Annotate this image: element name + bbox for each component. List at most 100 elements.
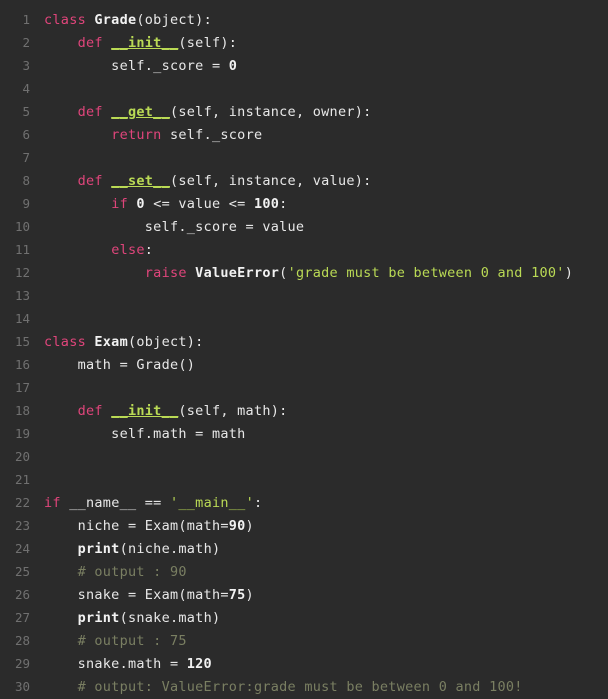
code-token-plain: <= value <= — [144, 196, 254, 212]
line-number: 22 — [14, 495, 30, 510]
code-editor[interactable]: 1 class Grade(object): 2 def __init__(self… — [0, 0, 608, 698]
code-line[interactable]: 12 raise ValueError('grade must be betwe… — [0, 261, 608, 284]
code-token-plain: self._score = value — [44, 219, 305, 235]
code-line-content: if __name__ == '__main__': — [44, 492, 608, 515]
code-token-str: '__main__' — [169, 495, 254, 511]
code-token-kw: def — [77, 173, 112, 189]
code-line-content: math = Grade() — [44, 354, 608, 377]
code-line[interactable]: 23 niche = Exam(math=90) — [0, 514, 608, 537]
code-line[interactable]: 20 — [0, 445, 608, 468]
code-line-content: if 0 <= value <= 100: — [44, 193, 608, 216]
code-token-num: 90 — [228, 518, 246, 534]
line-number: 12 — [14, 265, 30, 280]
code-line[interactable]: 3 self._score = 0 — [0, 54, 608, 77]
code-line[interactable]: 21 — [0, 468, 608, 491]
code-line[interactable]: 8 def __set__(self, instance, value): — [0, 169, 608, 192]
code-token-kw: return — [111, 127, 170, 143]
code-token-kw: def — [77, 104, 112, 120]
line-number: 29 — [14, 656, 30, 671]
code-token-plain: ( — [279, 265, 288, 281]
code-line-content: self.math = math — [44, 423, 608, 446]
code-line[interactable]: 4 — [0, 77, 608, 100]
code-line[interactable]: 6 return self._score — [0, 123, 608, 146]
line-number: 9 — [22, 196, 30, 211]
line-number: 15 — [14, 334, 30, 349]
code-token-plain: : — [279, 196, 288, 212]
code-line-content: self._score = 0 — [44, 55, 608, 78]
code-line[interactable]: 10 self._score = value — [0, 215, 608, 238]
code-line-content: self._score = value — [44, 216, 608, 239]
code-line-content: return self._score — [44, 124, 608, 147]
code-line[interactable]: 2 def __init__(self): — [0, 31, 608, 54]
code-line[interactable]: 22 if __name__ == '__main__': — [0, 491, 608, 514]
code-line[interactable]: 5 def __get__(self, instance, owner): — [0, 100, 608, 123]
code-line-content: class Grade(object): — [44, 9, 608, 32]
code-line[interactable]: 13 — [0, 284, 608, 307]
code-token-str: 'grade must be between 0 and 100' — [287, 265, 565, 281]
code-line[interactable]: 14 — [0, 307, 608, 330]
code-line-content: def __set__(self, instance, value): — [44, 170, 608, 193]
code-line[interactable]: 19 self.math = math — [0, 422, 608, 445]
code-line[interactable]: 18 def __init__(self, math): — [0, 399, 608, 422]
code-token-plain: snake.math = — [44, 656, 187, 672]
code-line[interactable]: 26 snake = Exam(math=75) — [0, 583, 608, 606]
code-token-comment: # output: ValueError:grade must be betwe… — [77, 679, 523, 695]
code-line[interactable]: 7 — [0, 146, 608, 169]
line-number: 27 — [14, 610, 30, 625]
code-token-plain: (self): — [178, 35, 238, 51]
code-token-kw: else — [111, 242, 145, 258]
line-number: 1 — [22, 12, 30, 27]
code-line[interactable]: 25 # output : 90 — [0, 560, 608, 583]
line-number: 2 — [22, 35, 30, 50]
code-line[interactable]: 15 class Exam(object): — [0, 330, 608, 353]
code-token-plain: (niche.math) — [119, 541, 221, 557]
line-number: 4 — [22, 81, 30, 96]
code-token-comment: # output : 90 — [77, 564, 187, 580]
code-line-content: print(niche.math) — [44, 538, 608, 561]
code-token-kw: class — [44, 334, 95, 350]
line-number: 30 — [14, 679, 30, 694]
line-number: 8 — [22, 173, 30, 188]
code-line[interactable]: 30 # output: ValueError:grade must be be… — [0, 675, 608, 698]
code-token-kw: def — [77, 35, 112, 51]
code-token-magic: __init__ — [111, 35, 179, 51]
line-number: 23 — [14, 518, 30, 533]
code-token-name: Grade — [94, 12, 137, 28]
code-line[interactable]: 16 math = Grade() — [0, 353, 608, 376]
code-token-plain: __name__ == — [69, 495, 170, 511]
code-token-plain: self._score — [169, 127, 263, 143]
line-number: 26 — [14, 587, 30, 602]
code-token-plain: (snake.math) — [119, 610, 221, 626]
code-token-plain: niche = Exam(math= — [44, 518, 229, 534]
code-token-plain: ) — [564, 265, 574, 281]
line-number: 7 — [22, 150, 30, 165]
code-line[interactable]: 11 else: — [0, 238, 608, 261]
code-line[interactable]: 9 if 0 <= value <= 100: — [0, 192, 608, 215]
code-token-plain: math = Grade() — [44, 357, 196, 373]
line-number: 25 — [14, 564, 30, 579]
line-number: 14 — [14, 311, 30, 326]
code-token-plain: (self, instance, value): — [169, 173, 372, 189]
line-number: 17 — [14, 380, 30, 395]
code-line[interactable]: 24 print(niche.math) — [0, 537, 608, 560]
code-line[interactable]: 17 — [0, 376, 608, 399]
code-token-kw: if — [111, 196, 137, 212]
code-token-plain: ) — [245, 587, 254, 603]
code-token-kw: if — [44, 495, 70, 511]
code-line[interactable]: 29 snake.math = 120 — [0, 652, 608, 675]
code-line-content: snake.math = 120 — [44, 653, 608, 676]
code-line[interactable]: 27 print(snake.math) — [0, 606, 608, 629]
line-number: 28 — [14, 633, 30, 648]
line-number: 6 — [22, 127, 30, 142]
code-token-plain: : — [253, 495, 263, 511]
code-token-magic: __set__ — [111, 173, 170, 189]
code-line[interactable]: 1 class Grade(object): — [0, 8, 608, 31]
code-line[interactable]: 28 # output : 75 — [0, 629, 608, 652]
